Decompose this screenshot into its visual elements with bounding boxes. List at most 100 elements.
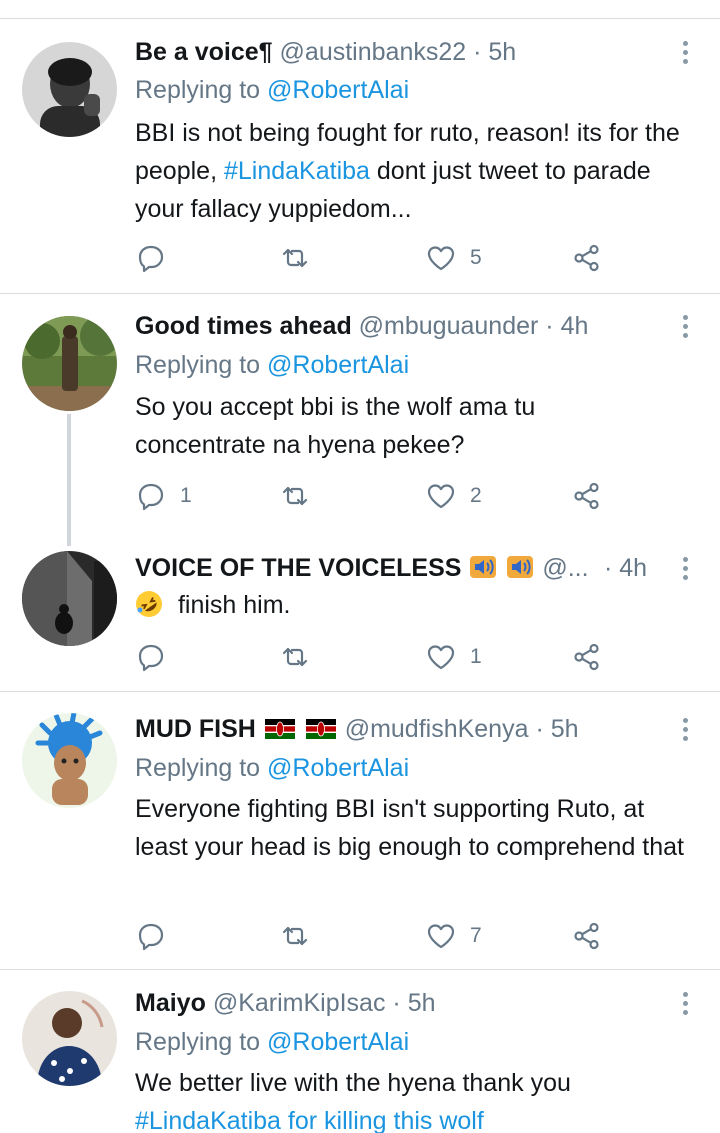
- replying-to-label: Replying to: [135, 754, 261, 782]
- retweet-icon: [282, 248, 308, 268]
- timestamp[interactable]: 5h: [408, 989, 436, 1017]
- tweet-text: BBI is not being fought for ruto, reason…: [135, 114, 702, 228]
- separator-dot: ·: [473, 38, 482, 66]
- share-button[interactable]: [572, 916, 602, 956]
- tweet-text-part: #LindaKatiba for killing this wolf: [135, 1107, 484, 1133]
- avatar[interactable]: [22, 42, 117, 137]
- avatar[interactable]: [22, 991, 117, 1086]
- replying-to: Replying to @RobertAlai: [135, 72, 409, 108]
- timestamp[interactable]: 4h: [619, 554, 647, 582]
- separator-dot: ·: [545, 312, 554, 340]
- share-icon: [574, 643, 599, 671]
- rolling-laughing-emoji-icon: [136, 591, 162, 617]
- tweet-text: So you accept bbi is the wolf ama tu con…: [135, 393, 536, 459]
- tweet-actions: 7: [0, 916, 720, 956]
- tweet-header: MUD FISH @mudfishKenya · 5h: [135, 711, 660, 747]
- divider: [0, 293, 720, 294]
- separator-dot: ·: [535, 715, 544, 743]
- tweet-header: Maiyo @KarimKipIsac · 5h: [135, 985, 660, 1021]
- like-count: 2: [470, 484, 482, 507]
- handle[interactable]: @KarimKipIsac: [213, 989, 386, 1017]
- retweet-icon: [282, 926, 308, 946]
- reply-icon: [138, 245, 164, 273]
- hashtag-link[interactable]: #LindaKatiba: [224, 157, 370, 185]
- like-button[interactable]: 1: [426, 637, 482, 677]
- display-name[interactable]: VOICE OF THE VOICELESS: [135, 554, 461, 582]
- heart-icon: [427, 246, 455, 271]
- share-button[interactable]: [572, 238, 602, 278]
- reply-button[interactable]: 1: [136, 476, 192, 516]
- reply-button[interactable]: [136, 238, 180, 278]
- share-icon: [574, 244, 599, 272]
- divider: [0, 691, 720, 692]
- reply-mention-link[interactable]: @RobertAlai: [267, 76, 409, 104]
- separator-dot: ·: [392, 989, 401, 1017]
- more-menu-icon[interactable]: [676, 550, 696, 586]
- timestamp-group: · 4h: [604, 550, 660, 586]
- tweet-header: Be a voice¶ @austinbanks22 · 5h: [135, 34, 660, 70]
- display-name[interactable]: Maiyo: [135, 989, 206, 1017]
- share-icon: [574, 482, 599, 510]
- divider: [0, 18, 720, 19]
- replying-to: Replying to @RobertAlai: [135, 750, 409, 786]
- like-count: 5: [470, 246, 482, 269]
- reply-mention-link[interactable]: @RobertAlai: [267, 1028, 409, 1056]
- handle[interactable]: @...: [542, 554, 588, 582]
- heart-icon: [427, 645, 455, 670]
- share-icon: [574, 922, 599, 950]
- tweet-actions: 5: [0, 238, 720, 278]
- more-menu-icon[interactable]: [676, 985, 696, 1021]
- more-menu-icon[interactable]: [676, 34, 696, 70]
- more-menu-icon[interactable]: [676, 711, 696, 747]
- reply-icon: [138, 644, 164, 672]
- speaker-emoji-icon: [507, 556, 534, 578]
- handle[interactable]: @mudfishKenya: [345, 715, 529, 743]
- tweet-text-cutoff: #LindaKatiba for killing this wolf: [135, 1102, 702, 1133]
- retweet-icon: [282, 647, 308, 667]
- timestamp[interactable]: 5h: [551, 715, 579, 743]
- like-button[interactable]: 2: [426, 476, 482, 516]
- like-count: 7: [470, 924, 482, 947]
- like-button[interactable]: 5: [426, 238, 482, 278]
- avatar[interactable]: [22, 713, 117, 808]
- replying-to: Replying to @RobertAlai: [135, 1024, 409, 1060]
- retweet-button[interactable]: [280, 476, 324, 516]
- replying-to: Replying to @RobertAlai: [135, 347, 409, 383]
- tweet-text: finish him.: [135, 586, 702, 624]
- tweet-actions: 1 2: [0, 476, 720, 516]
- retweet-button[interactable]: [280, 916, 324, 956]
- replying-to-label: Replying to: [135, 1028, 261, 1056]
- retweet-button[interactable]: [280, 238, 324, 278]
- tweet-text-part: finish him.: [177, 591, 291, 619]
- tweet-header: Good times ahead @mbuguaunder · 4h: [135, 308, 660, 344]
- handle[interactable]: @mbuguaunder: [359, 312, 539, 340]
- speaker-emoji-icon: [470, 556, 497, 578]
- reply-button[interactable]: [136, 637, 180, 677]
- reply-icon: [138, 923, 164, 951]
- reply-mention-link[interactable]: @RobertAlai: [267, 351, 409, 379]
- handle[interactable]: @austinbanks22: [280, 38, 467, 66]
- timestamp[interactable]: 5h: [488, 38, 516, 66]
- like-button[interactable]: 7: [426, 916, 482, 956]
- tweet-text: We better live with the hyena thank you: [135, 1069, 571, 1097]
- replying-to-label: Replying to: [135, 76, 261, 104]
- avatar[interactable]: [22, 551, 117, 646]
- display-name[interactable]: MUD FISH: [135, 715, 256, 743]
- heart-icon: [427, 484, 455, 509]
- timestamp[interactable]: 4h: [561, 312, 589, 340]
- reply-icon: [138, 483, 164, 511]
- retweet-button[interactable]: [280, 637, 324, 677]
- tweet-actions: 1: [0, 637, 720, 677]
- display-name[interactable]: Be a voice¶: [135, 38, 273, 66]
- reply-mention-link[interactable]: @RobertAlai: [267, 754, 409, 782]
- heart-icon: [427, 924, 455, 949]
- avatar[interactable]: [22, 316, 117, 411]
- divider: [0, 969, 720, 970]
- tweet-text: Everyone fighting BBI isn't supporting R…: [135, 795, 684, 861]
- reply-count: 1: [180, 484, 192, 507]
- reply-button[interactable]: [136, 916, 180, 956]
- more-menu-icon[interactable]: [676, 308, 696, 344]
- share-button[interactable]: [572, 637, 602, 677]
- share-button[interactable]: [572, 476, 602, 516]
- display-name[interactable]: Good times ahead: [135, 312, 352, 340]
